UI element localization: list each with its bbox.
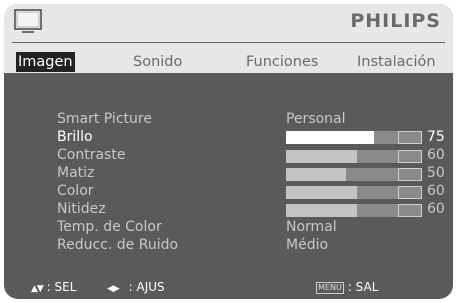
setting-temp-color-label[interactable]: Temp. de Color [57,219,162,235]
setting-nitidez-slider[interactable] [286,204,422,217]
slider-fill [286,186,357,199]
slider-fill [286,168,346,181]
setting-brillo-slider[interactable] [286,131,422,144]
footer-hints: ▲▼ : SEL ◀▶ : AJUS MENU: SAL [4,272,453,299]
setting-contraste-value: 60 [427,147,445,163]
header-divider [12,42,445,43]
setting-contraste-slider[interactable] [286,150,422,163]
slider-fill [286,131,374,144]
slider-fill [286,204,357,217]
select-hint-label: : SEL [46,280,77,294]
menu-key-icon: MENU [316,281,344,294]
setting-nitidez-value: 60 [427,201,445,217]
tab-instalacion[interactable]: Instalación [357,52,436,72]
setting-noise-reduction-value: Médio [286,237,329,253]
menu-header: PHILIPS [4,4,453,52]
setting-temp-color-value: Normal [286,219,337,235]
exit-hint-label: : SAL [347,280,379,294]
tv-osd-menu: PHILIPS Imagen Sonido Funciones Instalac… [4,4,453,299]
setting-matiz-value: 50 [427,165,445,181]
setting-color-slider[interactable] [286,186,422,199]
slider-track-end [398,131,422,144]
setting-contraste-label[interactable]: Contraste [57,147,125,163]
setting-matiz-label[interactable]: Matiz [57,165,94,181]
left-right-arrows-icon: ◀▶ [107,284,120,294]
setting-color-value: 60 [427,183,445,199]
adjust-hint: ◀▶ : AJUS [107,280,165,294]
tab-sonido[interactable]: Sonido [133,52,182,72]
setting-brillo-value: 75 [427,129,445,145]
slider-track-end [398,204,422,217]
setting-nitidez-label[interactable]: Nitidez [57,201,106,217]
tab-funciones[interactable]: Funciones [246,52,318,72]
up-down-arrows-icon: ▲▼ [31,284,44,294]
slider-fill [286,150,357,163]
setting-smart-picture-label[interactable]: Smart Picture [57,111,152,127]
setting-noise-reduction-label[interactable]: Reducc. de Ruido [57,237,178,253]
select-hint: ▲▼ : SEL [31,280,76,294]
brand-logo: PHILIPS [350,10,441,32]
setting-color-label[interactable]: Color [57,183,94,199]
tv-icon [14,9,42,33]
setting-matiz-slider[interactable] [286,168,422,181]
setting-smart-picture-value: Personal [286,111,346,127]
adjust-hint-label: : AJUS [128,280,165,294]
slider-track-end [398,150,422,163]
slider-track-end [398,186,422,199]
exit-hint: MENU: SAL [316,280,378,294]
slider-track-end [398,168,422,181]
setting-brillo-label[interactable]: Brillo [57,129,93,145]
tab-imagen[interactable]: Imagen [16,52,75,72]
